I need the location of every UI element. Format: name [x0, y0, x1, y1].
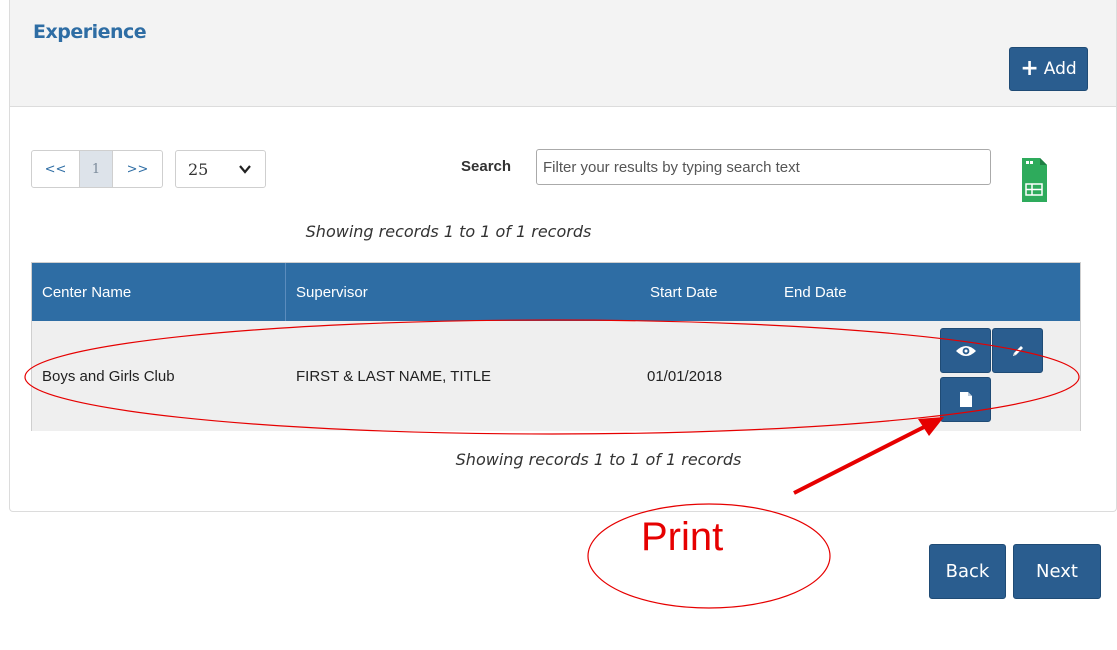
page-size-select[interactable]: 25	[175, 150, 266, 188]
experience-table: Center Name Supervisor Start Date End Da…	[31, 262, 1081, 431]
spreadsheet-icon[interactable]	[1020, 156, 1048, 204]
eye-icon	[955, 345, 976, 356]
view-button[interactable]	[940, 328, 991, 373]
add-button[interactable]: + Add	[1009, 47, 1088, 91]
print-button[interactable]	[940, 377, 991, 422]
table-header: Center Name Supervisor Start Date End Da…	[32, 263, 1080, 321]
search-label: Search	[461, 158, 512, 175]
pagination: << 1 >>	[31, 150, 163, 188]
column-header-supervisor[interactable]: Supervisor	[286, 263, 636, 321]
panel-header: Experience + Add	[10, 0, 1116, 107]
column-header-end-date[interactable]: End Date	[774, 263, 914, 321]
table-row: Boys and Girls Club FIRST & LAST NAME, T…	[32, 321, 1080, 431]
edit-button[interactable]	[992, 328, 1043, 373]
pagination-next[interactable]: >>	[113, 151, 162, 187]
pagination-prev[interactable]: <<	[32, 151, 80, 187]
next-button[interactable]: Next	[1013, 544, 1101, 599]
chevron-down-icon	[239, 165, 251, 174]
search-input[interactable]	[536, 149, 991, 185]
cell-start-date: 01/01/2018	[647, 367, 723, 385]
pencil-icon	[1012, 345, 1023, 356]
add-button-label: Add	[1043, 59, 1077, 79]
cell-end-date	[774, 321, 914, 431]
cell-center-name: Boys and Girls Club	[42, 367, 175, 385]
column-header-center-name[interactable]: Center Name	[32, 263, 286, 321]
document-icon	[959, 392, 972, 407]
plus-icon: +	[1020, 56, 1039, 81]
page-size-value: 25	[188, 159, 209, 179]
back-button[interactable]: Back	[929, 544, 1006, 599]
records-summary-top: Showing records 1 to 1 of 1 records	[305, 222, 592, 241]
print-callout-label: Print	[641, 515, 724, 559]
records-summary-bottom: Showing records 1 to 1 of 1 records	[455, 450, 742, 469]
cell-supervisor: FIRST & LAST NAME, TITLE	[296, 367, 492, 385]
panel-title: Experience	[33, 21, 147, 43]
experience-panel: Experience + Add	[9, 0, 1117, 512]
column-header-start-date[interactable]: Start Date	[640, 263, 770, 321]
pagination-page-current[interactable]: 1	[80, 151, 113, 187]
